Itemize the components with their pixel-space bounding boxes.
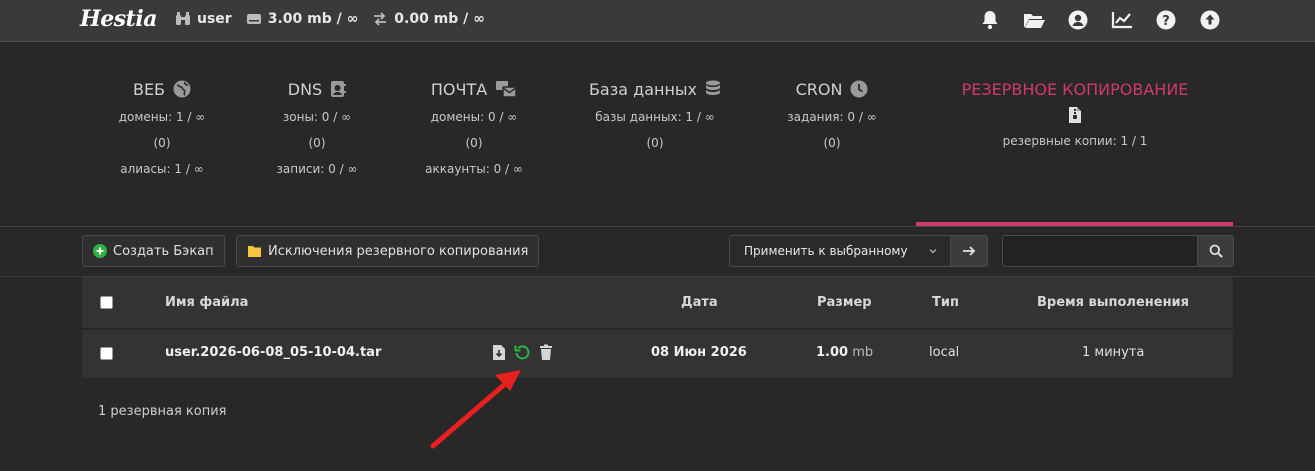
mail-bulk-icon <box>496 81 517 98</box>
bell-icon[interactable] <box>979 9 1001 31</box>
trash-icon[interactable] <box>539 344 553 361</box>
stat-mail-line-3: аккаунты: 0 / ∞ <box>425 162 523 176</box>
stat-backups[interactable]: РЕЗЕРВНОЕ КОПИРОВАНИЕ резервные копии: 1… <box>930 78 1220 149</box>
hdd-icon <box>246 14 261 24</box>
usage-summary: user 3.00 mb / ∞ 0.00 mb / ∞ <box>175 11 499 27</box>
stat-dns-line-2: (0) <box>308 136 326 150</box>
row-actions <box>492 344 561 361</box>
file-archive-icon <box>1069 107 1081 123</box>
top-bar: Hestia user 3.00 mb / ∞ 0.00 mb / ∞ ? <box>0 0 1315 42</box>
hestia-logo[interactable]: Hestia <box>80 6 157 32</box>
transfer-icon <box>374 12 387 26</box>
divider <box>0 226 1315 227</box>
table-header: Имя файла Дата Размер Тип Время выполене… <box>82 277 1233 329</box>
plus-circle-icon <box>93 244 107 258</box>
stat-cron-line-2: (0) <box>823 136 841 150</box>
backup-filename[interactable]: user.2026-06-08_05-10-04.tar <box>165 345 381 360</box>
globe-icon <box>173 80 191 98</box>
stat-databases[interactable]: База данных базы данных: 1 / ∞ (0) <box>580 78 730 150</box>
search-icon <box>1209 244 1223 258</box>
bulk-action-select[interactable]: Применить к выбранному <box>729 235 951 267</box>
folder-icon <box>248 245 261 257</box>
stat-web-title: ВЕБ <box>132 79 166 99</box>
col-filename[interactable]: Имя файла <box>165 295 248 310</box>
stat-mail-title: ПОЧТА <box>430 79 488 99</box>
stat-web-line-1: домены: 1 / ∞ <box>118 110 206 124</box>
top-icons: ? <box>957 9 1221 31</box>
stat-web-line-3: алиасы: 1 / ∞ <box>120 162 204 176</box>
stat-cron-title: CRON <box>795 79 843 99</box>
bandwidth-usage-value: 0.00 mb / ∞ <box>394 11 485 27</box>
address-book-icon <box>331 81 347 97</box>
create-backup-label: Создать Бэкап <box>113 243 214 259</box>
user-circle-icon[interactable] <box>1067 9 1089 31</box>
disk-usage-value: 3.00 mb / ∞ <box>267 11 359 27</box>
arrow-right-icon <box>963 246 976 256</box>
database-icon <box>706 80 721 95</box>
stat-cron[interactable]: CRON задания: 0 / ∞ (0) <box>772 78 892 151</box>
user-link[interactable]: user <box>175 11 232 27</box>
select-all-checkbox[interactable] <box>100 296 113 309</box>
backup-runtime: 1 минута <box>1082 345 1145 360</box>
apply-bulk-button[interactable] <box>950 235 988 267</box>
stat-dns-line-3: записи: 0 / ∞ <box>276 162 358 176</box>
col-date[interactable]: Дата <box>681 295 718 310</box>
backup-exclusions-label: Исключения резервного копирования <box>268 243 529 259</box>
col-type[interactable]: Тип <box>932 295 959 310</box>
bulk-action-label: Применить к выбранному <box>744 244 908 258</box>
backup-exclusions-button[interactable]: Исключения резервного копирования <box>236 235 540 267</box>
stat-mail-line-1: домены: 0 / ∞ <box>430 110 518 124</box>
backup-size: 1.00 mb <box>816 345 873 360</box>
disk-usage: 3.00 mb / ∞ <box>246 11 359 27</box>
col-size[interactable]: Размер <box>817 295 872 310</box>
backup-count: 1 резервная копия <box>98 404 227 419</box>
stat-databases-line-2: (0) <box>646 136 664 150</box>
chevron-down-icon <box>929 249 937 254</box>
chart-line-icon[interactable] <box>1111 9 1133 31</box>
binoculars-icon <box>176 12 190 25</box>
stat-dns-line-1: зоны: 0 / ∞ <box>282 110 352 124</box>
stat-backups-title: РЕЗЕРВНОЕ КОПИРОВАНИЕ <box>961 79 1189 99</box>
backup-type: local <box>929 345 960 360</box>
clock-icon <box>850 80 868 98</box>
stat-mail-line-2: (0) <box>465 136 483 150</box>
stat-web[interactable]: ВЕБ домены: 1 / ∞ (0) алиасы: 1 / ∞ <box>107 78 217 177</box>
username: user <box>197 11 232 27</box>
stat-backups-line-1: резервные копии: 1 / 1 <box>1002 134 1148 148</box>
table-row[interactable]: user.2026-06-08_05-10-04.tar 08 Июн 2026… <box>82 330 1233 378</box>
stat-dns[interactable]: DNS зоны: 0 / ∞ (0) записи: 0 / ∞ <box>262 78 372 177</box>
stat-databases-line-1: базы данных: 1 / ∞ <box>595 110 715 124</box>
stat-mail[interactable]: ПОЧТА домены: 0 / ∞ (0) аккаунты: 0 / ∞ <box>414 78 534 177</box>
stat-dns-title: DNS <box>287 79 323 99</box>
create-backup-button[interactable]: Создать Бэкап <box>82 235 225 267</box>
restore-icon[interactable] <box>514 344 531 361</box>
stat-web-line-2: (0) <box>153 136 171 150</box>
bandwidth-usage: 0.00 mb / ∞ <box>372 11 485 27</box>
help-icon[interactable]: ? <box>1155 9 1177 31</box>
download-icon[interactable] <box>492 344 506 361</box>
search-button[interactable] <box>1197 235 1234 267</box>
upload-circle-icon[interactable] <box>1199 9 1221 31</box>
folder-open-icon[interactable] <box>1023 9 1045 31</box>
svg-text:?: ? <box>1162 14 1170 29</box>
search-input[interactable] <box>1002 235 1198 267</box>
stat-databases-title: База данных <box>588 79 698 99</box>
stat-cron-line-1: задания: 0 / ∞ <box>787 110 877 124</box>
backup-size-unit: mb <box>852 345 874 360</box>
backup-size-value: 1.00 <box>816 345 849 360</box>
backup-date: 08 Июн 2026 <box>651 345 747 360</box>
col-runtime[interactable]: Время выполенения <box>1037 295 1189 310</box>
row-checkbox[interactable] <box>100 347 113 360</box>
